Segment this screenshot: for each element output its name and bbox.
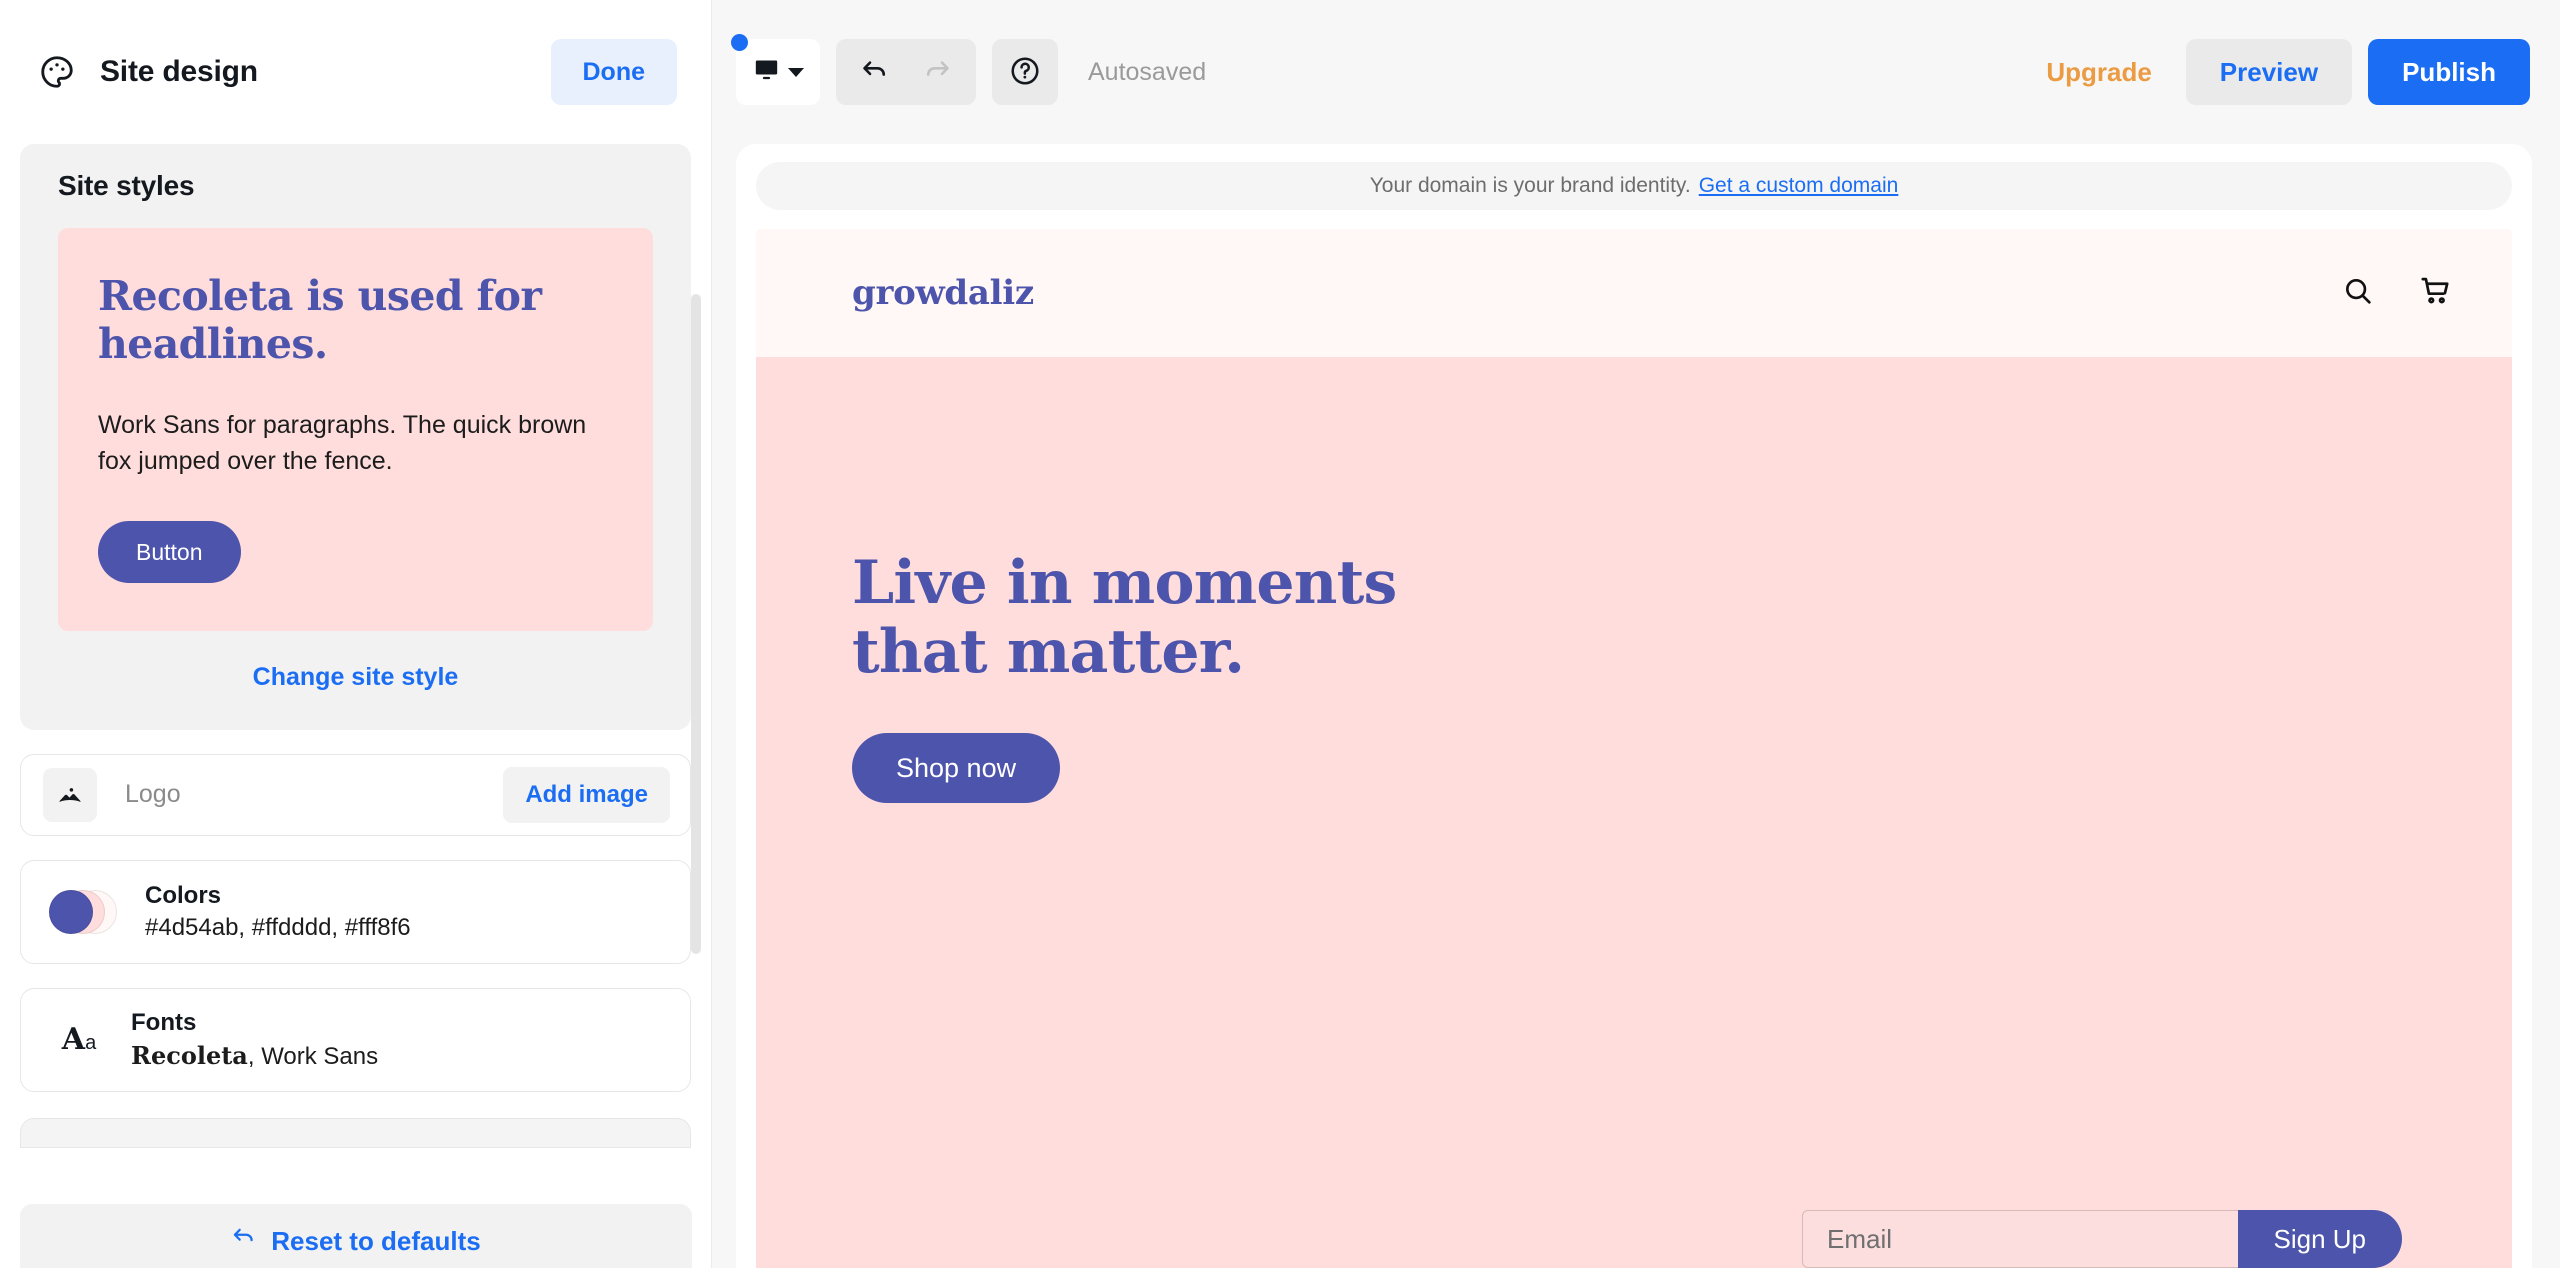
site-design-editor: Site design Done Site styles Recoleta is… (0, 0, 2560, 1268)
colors-label: Colors (145, 881, 222, 909)
help-button[interactable] (992, 39, 1058, 105)
palette-icon (38, 53, 76, 91)
email-signup-form: Sign Up (1802, 1210, 2402, 1268)
email-input[interactable] (1802, 1210, 2238, 1268)
redo-button[interactable] (910, 45, 964, 99)
style-preview-headline: Recoleta is used for headlines. (98, 272, 542, 369)
shopping-cart-icon[interactable] (2418, 274, 2452, 313)
change-site-style-button[interactable]: Change site style (58, 663, 653, 692)
search-icon[interactable] (2342, 275, 2374, 312)
chevron-down-icon (787, 67, 804, 77)
fonts-label: Fonts (131, 1008, 197, 1036)
fonts-value: Recoleta, Work Sans (131, 1041, 378, 1071)
editor-main: Autosaved Upgrade Preview Publish Your d… (712, 0, 2560, 1268)
colors-value: #4d54ab, #ffdddd, #fff8f6 (145, 913, 411, 941)
color-swatch-1 (49, 889, 93, 934)
upgrade-button[interactable]: Upgrade (2028, 39, 2169, 105)
preview-button[interactable]: Preview (2185, 39, 2353, 105)
colors-row[interactable]: Colors #4d54ab, #ffdddd, #fff8f6 (20, 859, 691, 964)
panel-scrollbar[interactable] (691, 294, 701, 954)
publish-button[interactable]: Publish (2368, 39, 2530, 105)
site-header: growdaliz (756, 229, 2512, 357)
undo-redo-group (836, 39, 976, 105)
style-preview: Recoleta is used for headlines. Work San… (58, 228, 653, 631)
desktop-monitor-icon (753, 56, 780, 88)
logo-row[interactable]: Logo Add image (20, 753, 691, 836)
colors-row-texts: Colors #4d54ab, #ffdddd, #fff8f6 (145, 882, 411, 942)
color-swatches (49, 889, 117, 934)
unsaved-indicator-dot (731, 34, 748, 51)
undo-button[interactable] (848, 45, 902, 99)
fonts-row-texts: Fonts Recoleta, Work Sans (131, 1009, 378, 1071)
preview-canvas: Your domain is your brand identity. Get … (736, 144, 2532, 1268)
editor-toolbar: Autosaved Upgrade Preview Publish (712, 0, 2560, 144)
shop-now-button[interactable]: Shop now (852, 733, 1061, 803)
next-row-card-partial[interactable] (20, 1117, 691, 1148)
hero-headline: Live in moments that matter. (852, 548, 1397, 687)
done-button[interactable]: Done (550, 39, 677, 105)
font-icon-small-a: a (85, 1032, 97, 1055)
site-hero: Live in moments that matter. Shop now Si… (756, 357, 2512, 1268)
fonts-row[interactable]: Aa Fonts Recoleta, Work Sans (20, 987, 691, 1092)
reset-to-defaults-label: Reset to defaults (271, 1225, 481, 1256)
site-styles-title: Site styles (58, 170, 195, 201)
get-custom-domain-link[interactable]: Get a custom domain (1699, 174, 1899, 198)
autosave-status: Autosaved (1088, 57, 1207, 86)
style-preview-body: Work Sans for paragraphs. The quick brow… (98, 410, 587, 475)
heading-font-name: Recoleta (131, 1040, 248, 1070)
site-header-icons (2342, 274, 2452, 313)
image-placeholder-icon (43, 767, 97, 822)
site-styles-card: Site styles Recoleta is used for headlin… (20, 144, 691, 730)
page-title: Site design (100, 55, 258, 88)
style-preview-button[interactable]: Button (98, 520, 241, 583)
add-image-button[interactable]: Add image (503, 766, 670, 823)
font-aa-icon: Aa (51, 1022, 107, 1057)
domain-banner: Your domain is your brand identity. Get … (756, 162, 2512, 210)
undo-icon (231, 1225, 257, 1258)
reset-to-defaults-button[interactable]: Reset to defaults (20, 1204, 692, 1268)
sign-up-button[interactable]: Sign Up (2237, 1210, 2402, 1268)
site-preview: growdaliz Live in moments that matter. S… (756, 229, 2512, 1268)
site-logo-text[interactable]: growdaliz (852, 273, 1034, 313)
domain-banner-text: Your domain is your brand identity. (1369, 174, 1691, 197)
body-font-name: , Work Sans (247, 1042, 379, 1070)
panel-scroll-area: Site styles Recoleta is used for headlin… (0, 144, 711, 1268)
site-design-panel: Site design Done Site styles Recoleta is… (0, 0, 712, 1268)
device-selector[interactable] (731, 34, 820, 105)
font-icon-big-a: A (61, 1022, 86, 1058)
panel-header: Site design Done (0, 0, 711, 144)
logo-placeholder-label: Logo (125, 780, 181, 809)
help-circle-icon (1009, 55, 1041, 90)
